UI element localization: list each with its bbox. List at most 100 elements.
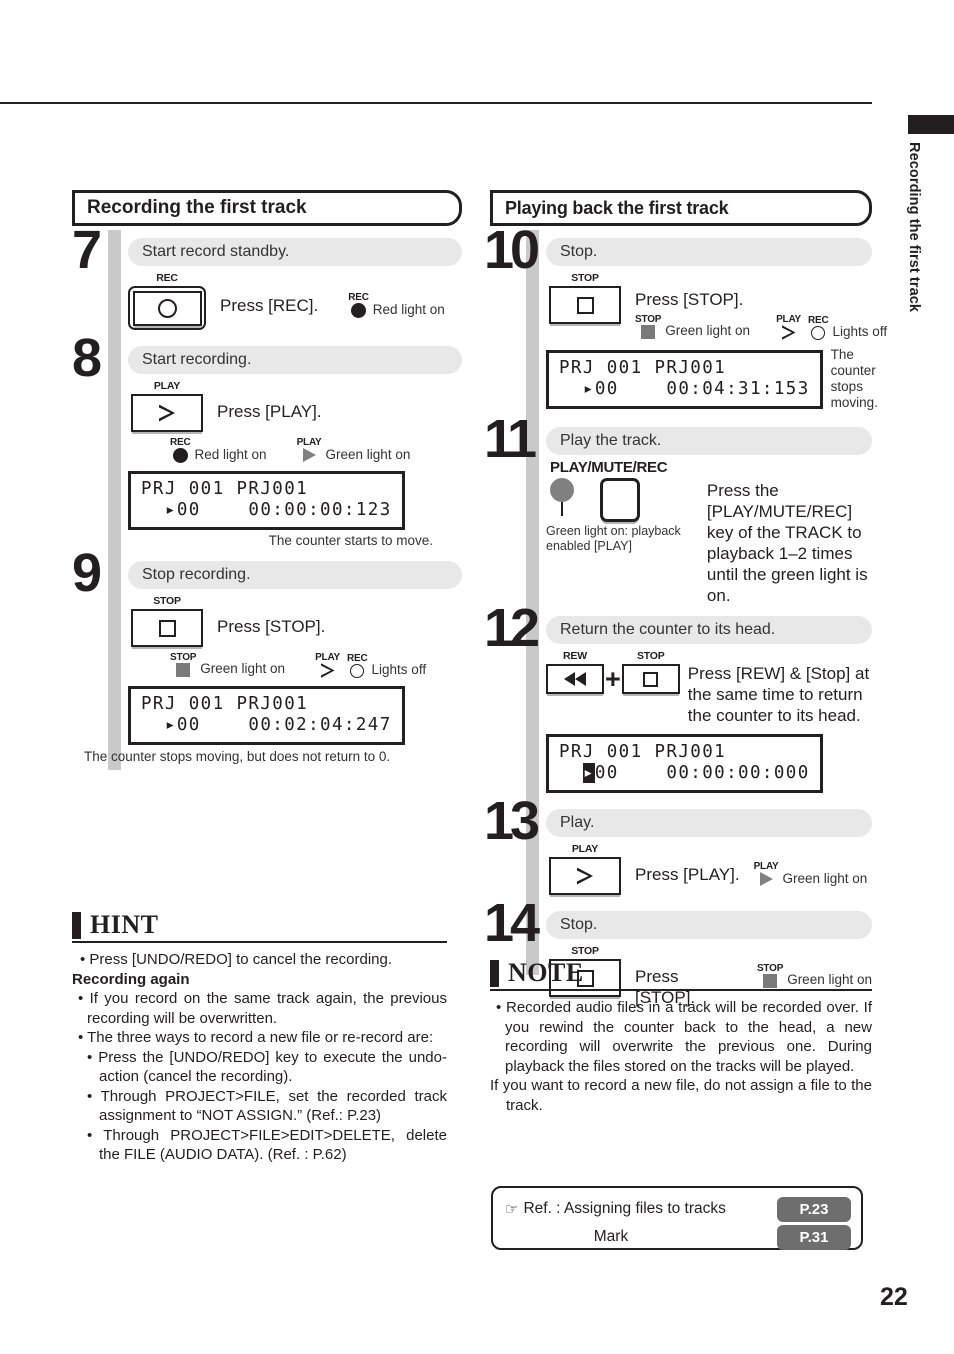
- lamp-cap: STOP: [635, 314, 662, 325]
- step-title: Play the track.: [546, 427, 872, 455]
- lamp-label: Green light on: [782, 871, 868, 886]
- track-lamp-icon: [550, 478, 574, 502]
- stop-key-body[interactable]: [131, 609, 203, 647]
- step-instruction: Press [PLAY].: [217, 402, 322, 421]
- lamp-cap: REC: [170, 437, 191, 448]
- step-number: 9: [72, 543, 102, 603]
- hint-header: HINT: [72, 912, 447, 943]
- hint-bar-icon: [72, 912, 81, 939]
- lamp-indicators-stop: STOP Green light on: [635, 315, 750, 339]
- lcd-caption: The counter stops moving.: [830, 347, 878, 410]
- step-instruction: Press [PLAY].: [635, 865, 740, 884]
- lcd-line-2: 00 00:04:31:153: [594, 378, 810, 399]
- lamp-cap: REC: [347, 653, 368, 664]
- step-spine: [108, 230, 121, 770]
- lamp-cap: PLAY: [296, 437, 322, 448]
- key-cap-label: PLAY: [571, 843, 599, 855]
- lamp-rec: REC: [170, 438, 191, 463]
- stop-key[interactable]: STOP: [621, 651, 680, 694]
- rewind-icon: [564, 672, 586, 686]
- note-header: NOTE: [490, 960, 872, 991]
- hint-line: • Through PROJECT>FILE, set the recorded…: [87, 1087, 447, 1125]
- hint-body: • Press [UNDO/REDO] to cancel the record…: [72, 943, 447, 1165]
- key-cap-label: STOP: [571, 945, 599, 957]
- ref-page-badge[interactable]: P.23: [777, 1196, 851, 1222]
- lamp-indicators-play: PLAY Green light on: [296, 437, 411, 463]
- stop-key[interactable]: STOP: [549, 273, 621, 324]
- key-cap-label: STOP: [571, 272, 599, 284]
- stop-key-body[interactable]: [549, 286, 621, 324]
- lcd-display-step9: PRJ 001 PRJ001 ▸00 00:02:04:247: [128, 686, 405, 745]
- lamp-label: Red light on: [194, 447, 267, 462]
- hint-line: • If you record on the same track again,…: [78, 990, 447, 1027]
- step-title: Stop recording.: [128, 561, 462, 589]
- play-lamp-outline-icon: [321, 663, 335, 678]
- lamp-rec: REC: [347, 654, 368, 678]
- lamp-label: Red light on: [372, 302, 445, 317]
- ref-row[interactable]: Mark P.31: [505, 1223, 851, 1251]
- lamp-caption: Green light on: playback enabled [PLAY]: [546, 524, 681, 553]
- lcd-line-1: PRJ 001 PRJ001: [141, 479, 309, 499]
- lamp-stop: STOP: [170, 653, 196, 677]
- ref-row[interactable]: ☞ Ref. : Assigning files to tracks P.23: [505, 1195, 851, 1223]
- section-header-recording: Recording the first track: [72, 190, 462, 226]
- step-7: 7 Start record standby. REC Press [REC].: [72, 223, 462, 330]
- note-title: NOTE: [508, 958, 584, 987]
- step-title: Start record standby.: [128, 238, 462, 266]
- rec-lamp-outline-icon: [811, 326, 826, 340]
- lamp-indicators-rec: REC Red light on: [170, 438, 267, 463]
- key-cap-label: REW: [563, 650, 587, 662]
- rec-key-inner: [132, 290, 202, 326]
- lamp-label: Green light on: [325, 447, 411, 462]
- stop-key-body[interactable]: [621, 664, 680, 694]
- stop-key[interactable]: STOP: [131, 596, 203, 647]
- side-tab-marker: [908, 115, 954, 134]
- step-title: Start recording.: [128, 346, 462, 374]
- lamp-indicators-off: PLAY REC Lights off: [315, 653, 426, 678]
- step-title: Return the counter to its head.: [546, 616, 872, 644]
- plus-separator: +: [605, 664, 621, 694]
- rew-key[interactable]: REW: [546, 651, 604, 694]
- lcd-line-1: PRJ 001 PRJ001: [559, 742, 727, 762]
- section-header-playback: Playing back the first track: [490, 190, 872, 226]
- hint-line: • Press the [UNDO/REDO] key to execute t…: [87, 1048, 447, 1086]
- key-cap-label: REC: [156, 272, 178, 284]
- right-steps-list: 10 Stop. STOP Press [STOP]. STOP Green l…: [484, 223, 887, 1008]
- hint-line: • Press [UNDO/REDO] to cancel the record…: [80, 951, 393, 968]
- lcd-caption: The counter starts to move.: [268, 533, 433, 548]
- lcd-display-step8: PRJ 001 PRJ001 ▸00 00:00:00:123: [128, 471, 405, 530]
- rec-key-body[interactable]: [128, 286, 206, 330]
- ref-page-badge[interactable]: P.31: [777, 1224, 851, 1250]
- header-rule: [0, 102, 872, 104]
- ref-label: Mark: [593, 1228, 629, 1245]
- play-key[interactable]: PLAY: [131, 381, 203, 432]
- hint-block: HINT • Press [UNDO/REDO] to cancel the r…: [72, 912, 447, 1165]
- rew-key-body[interactable]: [546, 664, 604, 694]
- note-line: If you want to record a new file, do not…: [490, 1077, 872, 1114]
- lamp-cap: PLAY: [315, 652, 341, 663]
- key-cap-label: PLAY: [153, 380, 181, 392]
- stop-lamp-icon: [176, 663, 191, 677]
- play-triangle-icon: [577, 868, 593, 885]
- lamp-play: PLAY: [315, 653, 340, 678]
- step-body: STOP Press [STOP]. STOP Green light on: [84, 589, 462, 765]
- lamp-cap: PLAY: [776, 314, 802, 325]
- lcd-line-2: 00 00:02:04:247: [176, 715, 392, 735]
- stop-square-icon: [643, 671, 659, 687]
- right-column: Playing back the first track 10 Stop. ST…: [484, 190, 887, 1008]
- hint-subheading: Recording again: [72, 970, 190, 988]
- play-key-body[interactable]: [131, 394, 203, 432]
- play-key[interactable]: PLAY: [549, 844, 621, 895]
- lamp-leader-line: [561, 502, 563, 516]
- play-mute-rec-key[interactable]: [600, 478, 640, 522]
- play-key-body[interactable]: [549, 857, 621, 895]
- note-body: • Recorded audio files in a track will b…: [490, 991, 872, 1115]
- step-instruction: Press the [PLAY/MUTE/REC] key of the TRA…: [706, 481, 868, 605]
- step-9: 9 Stop recording. STOP Press [STOP]. STO…: [72, 546, 462, 765]
- lamp-play: PLAY: [754, 862, 779, 887]
- lcd-marker: ▸: [582, 378, 595, 399]
- stop-square-icon: [576, 296, 594, 314]
- rec-key[interactable]: REC: [128, 273, 206, 330]
- step-body: PLAY Press [PLAY]. REC Red light on PLAY…: [128, 374, 462, 549]
- step-number: 8: [72, 328, 102, 388]
